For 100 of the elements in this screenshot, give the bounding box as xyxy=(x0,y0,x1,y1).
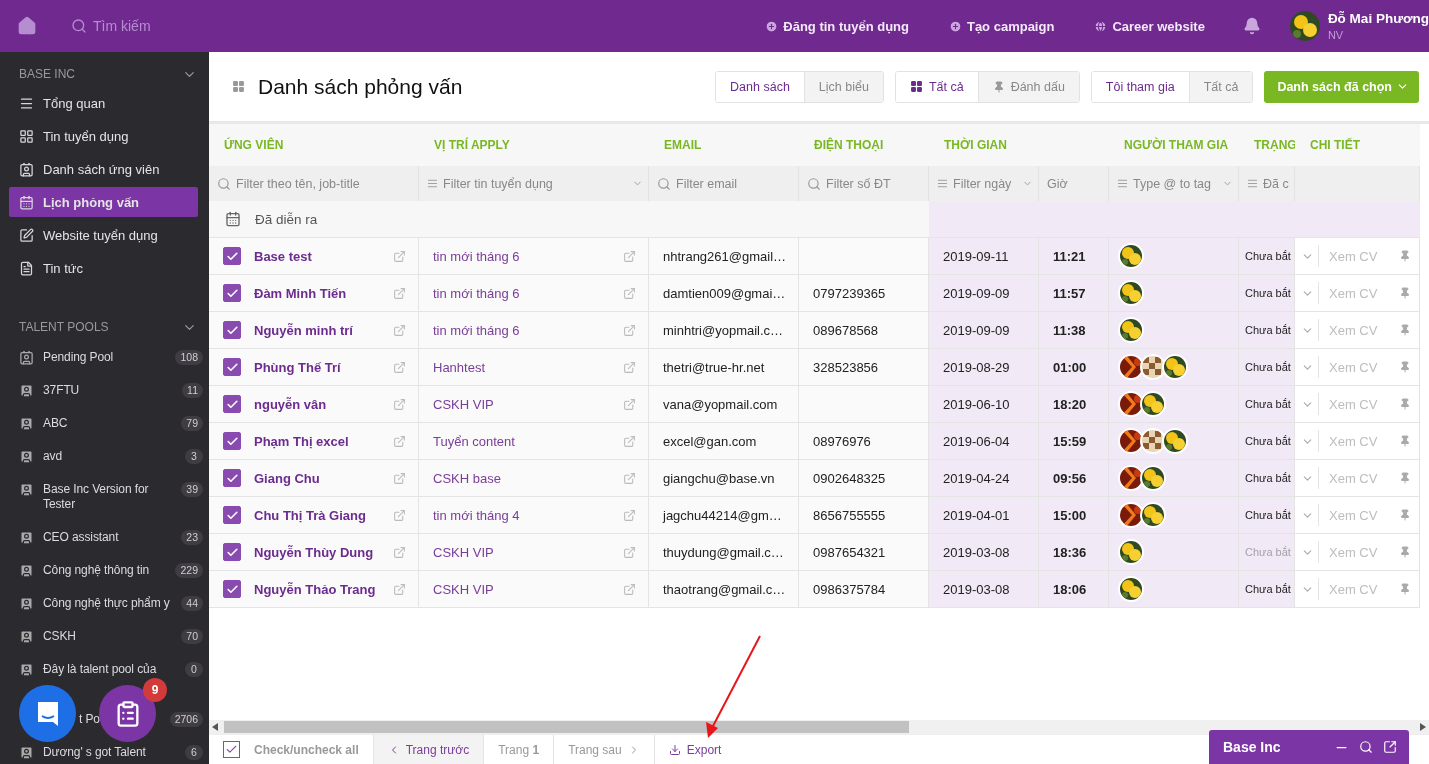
position-link[interactable]: CSKH VIP xyxy=(433,396,617,412)
candidate-name[interactable]: Nguyễn Thùy Dung xyxy=(254,544,387,560)
table-cell: 09:56 xyxy=(1039,460,1109,497)
nav-link[interactable]: Career website xyxy=(1094,18,1205,34)
row-checkbox[interactable] xyxy=(223,469,241,487)
pin-icon[interactable] xyxy=(1399,435,1412,447)
pin-icon[interactable] xyxy=(1399,583,1412,595)
table-cell: Chưa bắt xyxy=(1239,386,1295,423)
filter-field[interactable]: Type @ to tag xyxy=(1133,176,1217,191)
page-title: Danh sách phỏng vấn xyxy=(258,74,463,99)
filter-field[interactable]: Filter ngày xyxy=(953,176,1017,191)
filter-field[interactable]: Giờ xyxy=(1047,176,1103,191)
row-checkbox[interactable] xyxy=(223,432,241,450)
sidebar-item[interactable]: Tin tức xyxy=(9,253,198,283)
table-cell: 328523856 xyxy=(799,349,929,386)
pin-icon[interactable] xyxy=(1399,324,1412,336)
row-checkbox[interactable] xyxy=(223,284,241,302)
sidebar-item[interactable]: Website tuyển dụng xyxy=(9,220,198,250)
candidate-name[interactable]: Phạm Thị excel xyxy=(254,433,387,449)
pin-icon[interactable] xyxy=(1399,398,1412,410)
pool-name[interactable]: avd xyxy=(43,449,63,464)
position-link[interactable]: tin mới tháng 6 xyxy=(433,248,617,264)
user-role: NV xyxy=(1327,29,1345,41)
filter-field[interactable]: Filter email xyxy=(676,176,793,191)
pool-name[interactable]: t Po xyxy=(79,712,100,727)
contact-card-icon xyxy=(19,350,34,365)
position-link[interactable]: CSKH VIP xyxy=(433,581,617,597)
position-link[interactable]: tin mới tháng 4 xyxy=(433,507,617,523)
scroll-right-icon[interactable] xyxy=(1420,723,1426,731)
row-checkbox[interactable] xyxy=(223,247,241,265)
filter-field[interactable]: Filter theo tên, job-title xyxy=(236,176,413,191)
notification-icon[interactable] xyxy=(1242,17,1261,35)
table-cell: excel@gan.com xyxy=(649,423,799,460)
candidate-name[interactable]: Nguyễn minh trí xyxy=(254,322,387,338)
pool-name[interactable]: 37FTU xyxy=(43,383,80,398)
table-cell: 18:36 xyxy=(1039,534,1109,571)
candidate-name[interactable]: nguyễn vân xyxy=(254,396,387,412)
pool-name[interactable]: Dương' s got Talent xyxy=(43,745,146,760)
pool-name[interactable]: Pending Pool xyxy=(43,350,114,365)
section-title: TALENT POOLS xyxy=(19,320,109,334)
globe-icon xyxy=(1094,19,1108,33)
candidate-name[interactable]: Giang Chu xyxy=(254,470,387,486)
nav-link[interactable]: Đăng tin tuyển dụng xyxy=(765,18,909,34)
row-checkbox[interactable] xyxy=(223,506,241,524)
filter-field[interactable]: Đã c xyxy=(1263,176,1289,191)
scroll-left-icon[interactable] xyxy=(212,723,218,731)
filter-field[interactable]: Filter tin tuyển dụng xyxy=(443,176,627,191)
position-link[interactable]: Tuyển content xyxy=(433,433,617,449)
candidate-name[interactable]: Base test xyxy=(254,248,387,264)
scrollbar-thumb[interactable] xyxy=(224,721,909,733)
check-all-checkbox[interactable] xyxy=(223,741,240,758)
search-icon[interactable] xyxy=(1359,740,1373,754)
candidate-name[interactable]: Phùng Thế Trí xyxy=(254,359,387,375)
pin-icon[interactable] xyxy=(1399,509,1412,521)
previous-page-button[interactable]: Trang trước xyxy=(373,735,485,764)
position-link[interactable]: CSKH base xyxy=(433,470,617,486)
candidate-name[interactable]: Đàm Minh Tiến xyxy=(254,285,387,301)
grid-icon xyxy=(232,80,245,93)
pin-icon[interactable] xyxy=(1399,250,1412,262)
pool-name[interactable]: Base Inc Version for Tester xyxy=(43,482,177,512)
table-cell: 0986375784 xyxy=(799,571,929,608)
table-cell: Chưa bắt xyxy=(1239,238,1295,275)
row-checkbox[interactable] xyxy=(223,321,241,339)
row-checkbox[interactable] xyxy=(223,358,241,376)
pool-name[interactable]: CSKH xyxy=(43,629,76,644)
sidebar-item[interactable]: Tin tuyển dụng xyxy=(9,121,198,151)
pin-icon[interactable] xyxy=(1399,287,1412,299)
position-link[interactable]: Hanhtest xyxy=(433,359,617,375)
candidate-name[interactable]: Nguyễn Thảo Trang xyxy=(254,581,387,597)
pool-name[interactable]: ABC xyxy=(43,416,68,431)
chat-panel[interactable]: Base Inc xyxy=(1209,730,1409,764)
pool-name[interactable]: Công nghệ thực phẩm y xyxy=(43,596,170,611)
pool-count: 2706 xyxy=(169,712,203,727)
table-cell: 2019-08-29 xyxy=(929,349,1039,386)
pool-name[interactable]: CEO assistant xyxy=(43,530,119,545)
table-cell: thetri@true-hr.net xyxy=(649,349,799,386)
row-checkbox[interactable] xyxy=(223,543,241,561)
pool-name[interactable]: Công nghệ thông tin xyxy=(43,563,150,578)
search-field[interactable]: Tìm kiếm xyxy=(93,18,243,34)
sidebar-item[interactable]: Danh sách ứng viên xyxy=(9,154,198,184)
pin-icon[interactable] xyxy=(1399,546,1412,558)
external-link-icon[interactable] xyxy=(1383,740,1397,754)
horizontal-scrollbar[interactable] xyxy=(209,720,1429,734)
pool-name[interactable]: Đây là talent pool của xyxy=(43,662,157,677)
table-cell: 2019-06-10 xyxy=(929,386,1039,423)
row-checkbox[interactable] xyxy=(223,395,241,413)
filter-field[interactable]: Filter số ĐT xyxy=(826,176,923,191)
home-icon[interactable] xyxy=(17,16,37,36)
sidebar-item[interactable]: Lịch phỏng vấn xyxy=(9,187,198,217)
pin-icon[interactable] xyxy=(1399,472,1412,484)
position-link[interactable]: CSKH VIP xyxy=(433,544,617,560)
pool-count: 229 xyxy=(175,563,203,578)
position-link[interactable]: tin mới tháng 6 xyxy=(433,322,617,338)
sidebar-item[interactable]: Tổng quan xyxy=(9,88,198,118)
row-checkbox[interactable] xyxy=(223,580,241,598)
table-cell: 11:38 xyxy=(1039,312,1109,349)
pin-icon[interactable] xyxy=(1399,361,1412,373)
nav-link[interactable]: Tạo campaign xyxy=(948,18,1055,34)
candidate-name[interactable]: Chu Thị Trà Giang xyxy=(254,507,387,523)
position-link[interactable]: tin mới tháng 6 xyxy=(433,285,617,301)
